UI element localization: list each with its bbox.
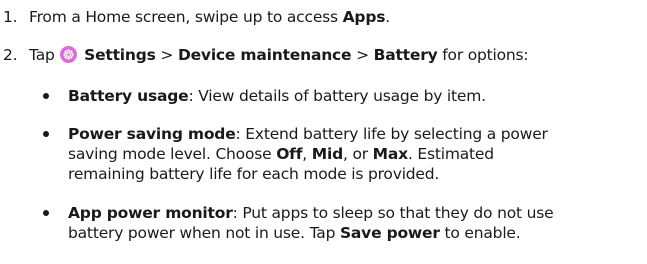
bullet-dot [43, 93, 49, 99]
separator: > [155, 46, 178, 64]
bullet-term: Battery usage [68, 87, 189, 105]
bullet-desc: , or [342, 145, 373, 163]
bullet-desc: . Estimated [407, 145, 494, 163]
bullet-term: App power monitor [68, 204, 233, 222]
bullet-desc: : Put apps to sleep so that they do not … [232, 204, 554, 222]
mid-term: Mid [311, 145, 343, 163]
bullet-text: Power saving mode: Extend battery life b… [68, 124, 643, 184]
max-term: Max [372, 145, 408, 163]
bullet-desc: : Extend battery life by selecting a pow… [235, 125, 548, 143]
bullet-desc: to enable. [439, 224, 521, 242]
step-number: 1. [3, 8, 18, 26]
battery-term: Battery [373, 46, 438, 64]
separator: > [351, 46, 374, 64]
save-power-term: Save power [339, 224, 440, 242]
bullet-text: Battery usage: View details of battery u… [68, 86, 643, 106]
step-text-part: Tap [29, 46, 60, 64]
step-text-part: . [385, 8, 390, 26]
bullet-desc: : View details of battery usage by item. [188, 87, 486, 105]
bullet-desc: battery power when not in use. Tap [68, 224, 340, 242]
bullet-desc: saving mode level. Choose [68, 145, 277, 163]
settings-term: Settings [84, 46, 156, 64]
bullet-dot [43, 131, 49, 137]
off-term: Off [276, 145, 303, 163]
step-text-part: From a Home screen, swipe up to access [29, 8, 343, 26]
bullet-text: App power monitor: Put apps to sleep so … [68, 203, 643, 243]
bullet-term: Power saving mode [68, 125, 236, 143]
bullet-desc: remaining battery life for each mode is … [68, 165, 440, 183]
apps-term: Apps [342, 8, 386, 26]
step-text: From a Home screen, swipe up to access A… [29, 8, 390, 26]
device-maintenance-term: Device maintenance [177, 46, 352, 64]
step-number: 2. [3, 46, 18, 64]
bullet-dot [43, 210, 49, 216]
bullet-desc: , [302, 145, 312, 163]
settings-gear-icon [60, 46, 78, 63]
step-text-part: for options: [437, 46, 529, 64]
step-text: Tap Settings > Device maintenance > Batt… [29, 46, 529, 64]
